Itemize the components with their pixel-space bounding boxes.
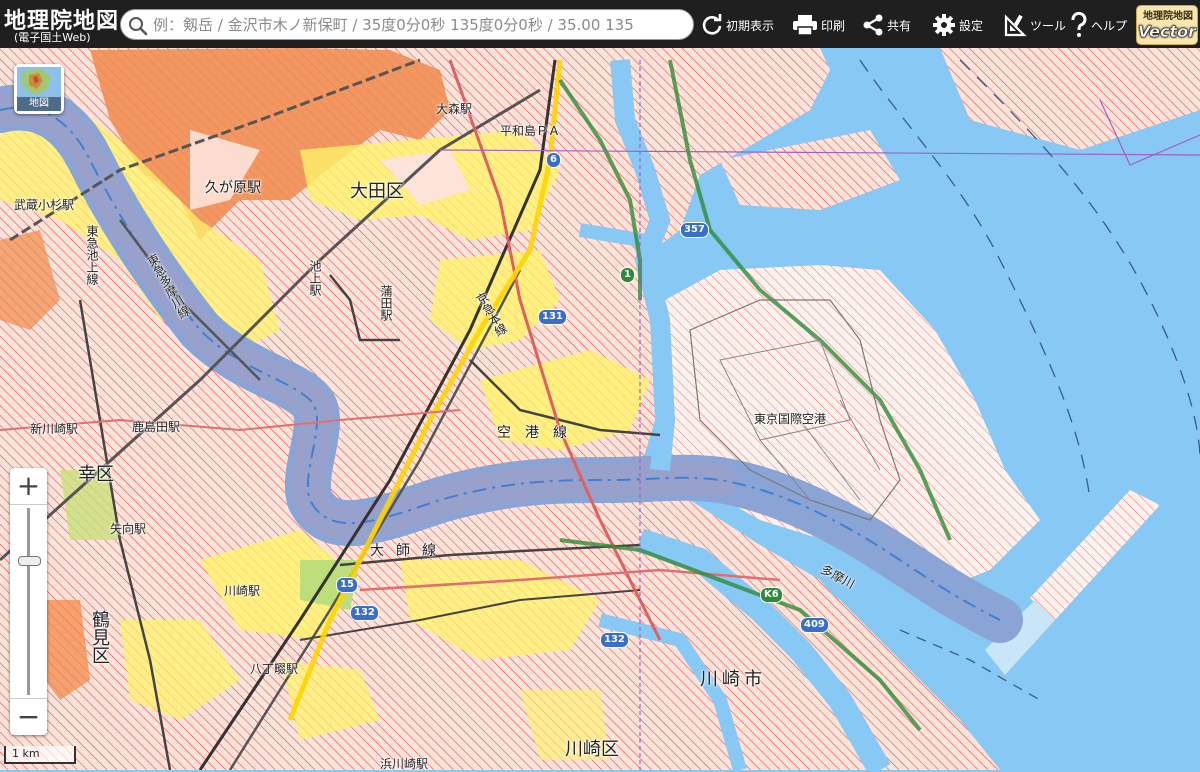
settings-button[interactable]: 設定: [932, 10, 983, 40]
label-hamakawasaki-station: 浜川崎駅: [380, 757, 429, 771]
tools-label: ツール: [1030, 18, 1067, 33]
zoom-in-button[interactable]: +: [10, 468, 47, 505]
tools-icon: [1004, 14, 1027, 37]
print-label: 印刷: [821, 18, 846, 33]
search-input[interactable]: [153, 13, 685, 37]
label-tsurumi-ku: 鶴見区: [89, 610, 110, 664]
vector-map-badge[interactable]: 地理院地図 Vector: [1136, 5, 1198, 45]
route-shield-15: 15: [336, 577, 358, 593]
search-icon: [129, 17, 148, 36]
app-logo-subtitle: (電子国土Web): [14, 31, 91, 44]
label-kawasaki-station: 川崎駅: [224, 584, 261, 598]
label-yako-station: 矢向駅: [110, 522, 147, 536]
label-heiwajima-pa: 平和島ＰＡ: [500, 124, 561, 138]
settings-label: 設定: [959, 18, 984, 33]
route-shield-409: 409: [800, 617, 829, 633]
label-daishi-line: 大師線: [370, 543, 448, 559]
share-button[interactable]: 共有: [862, 10, 911, 40]
label-kugahara-station: 久が原駅: [205, 180, 261, 196]
route-shield-132-b: 132: [600, 632, 629, 648]
label-saiwai-ku: 幸区: [78, 464, 114, 485]
zoom-slider-track[interactable]: [27, 508, 30, 695]
tools-button[interactable]: ツール: [1003, 10, 1066, 40]
label-shin-kawasaki-station: 新川崎駅: [30, 422, 79, 436]
zoom-slider-handle[interactable]: [18, 556, 41, 566]
scale-bar: 1 km: [4, 746, 76, 764]
label-musashi-kosugi-station: 武蔵小杉駅: [14, 198, 75, 212]
label-ikegami-line: 東急池上線: [85, 225, 99, 285]
printer-icon: [793, 15, 817, 36]
question-icon: [1071, 12, 1087, 37]
zoom-control: + −: [10, 468, 47, 735]
label-ikegami-station: 池上駅: [308, 260, 322, 296]
label-hatchonawate-station: 八丁畷駅: [250, 662, 299, 676]
map-thumbnail-icon: [17, 67, 61, 97]
label-kamata-station: 蒲田駅: [379, 285, 393, 321]
zoom-out-button[interactable]: −: [10, 698, 47, 735]
help-button[interactable]: ヘルプ: [1070, 10, 1127, 40]
gear-icon: [933, 14, 955, 36]
route-shield-357: 357: [680, 222, 709, 238]
route-shield-131: 131: [538, 309, 567, 325]
top-header: 地理院地図 (電子国土Web) 初期表示 印刷 共有: [0, 0, 1200, 48]
vector-badge-label: Vector: [1137, 22, 1197, 42]
initial-view-label: 初期表示: [726, 18, 775, 33]
vector-badge-title: 地理院地図: [1143, 11, 1193, 22]
search-box[interactable]: [120, 9, 694, 40]
map-layer-label: 地図: [17, 97, 61, 111]
label-kuko-line: 空港線: [497, 425, 581, 441]
map-layer-button[interactable]: 地図: [14, 64, 64, 114]
label-kawasaki-shi: 川崎市: [700, 669, 766, 690]
initial-view-button[interactable]: 初期表示: [701, 10, 774, 40]
label-ota-ku: 大田区: [350, 181, 404, 202]
route-shield-132-a: 132: [350, 605, 379, 621]
label-kashimada-station: 鹿島田駅: [132, 420, 181, 434]
label-kawasaki-ku: 川崎区: [565, 739, 619, 760]
refresh-icon: [702, 14, 722, 35]
help-label: ヘルプ: [1091, 18, 1128, 33]
share-icon: [863, 14, 883, 36]
label-haneda-airport: 東京国際空港: [754, 412, 827, 426]
route-shield-k6: K6: [760, 587, 783, 603]
print-button[interactable]: 印刷: [792, 10, 845, 40]
route-shield-1: 1: [620, 267, 635, 283]
route-shield-6: 6: [546, 152, 561, 168]
share-label: 共有: [887, 18, 912, 33]
map-canvas[interactable]: [0, 0, 1200, 770]
label-omori-station: 大森駅: [436, 102, 473, 116]
